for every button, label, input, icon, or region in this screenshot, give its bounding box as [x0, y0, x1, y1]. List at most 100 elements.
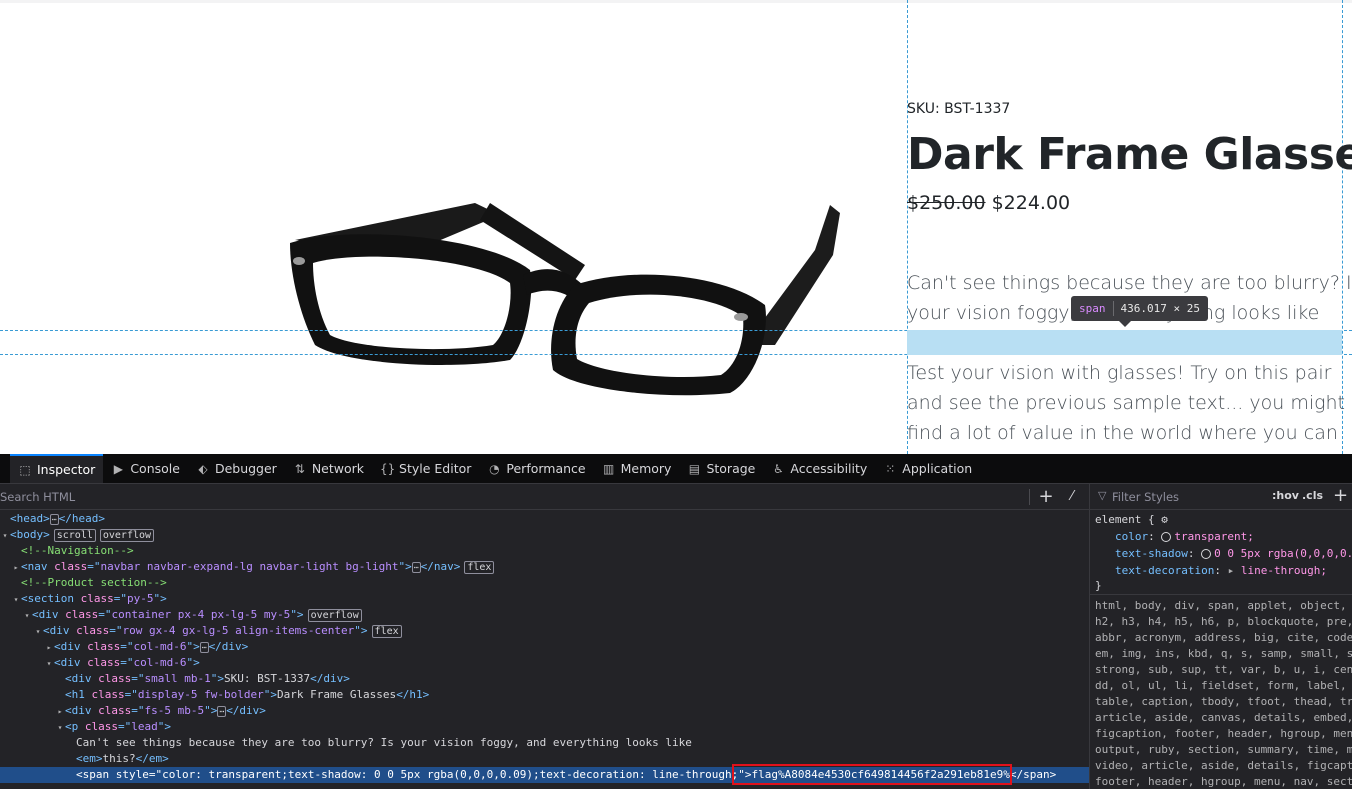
attr-name: class [87, 640, 121, 653]
markup-tag: =" [120, 640, 134, 653]
expand-toggle-icon[interactable]: ▾ [22, 608, 32, 624]
new-price: $224.00 [991, 192, 1071, 214]
markup-node[interactable]: <!--Product section--> [0, 575, 1089, 591]
node-badge[interactable]: scroll [53, 529, 96, 542]
hov-button[interactable]: :hov [1272, 489, 1299, 502]
add-rule-icon[interactable]: + [1333, 485, 1348, 506]
collapsed-node-dots[interactable]: ⋯ [49, 513, 59, 525]
expand-toggle-icon[interactable]: ▾ [11, 592, 21, 608]
attr-name: class [98, 672, 132, 685]
node-badge[interactable]: flex [371, 625, 402, 638]
css-declaration[interactable]: color: transparent; [1115, 529, 1254, 545]
tab-memory[interactable]: ▥ Memory [594, 454, 680, 483]
css-declaration[interactable]: text-shadow: 0 0 5px rgba(0,0,0,0.09); [1115, 546, 1352, 562]
tab-label: Performance [506, 461, 586, 476]
old-price: $250.00 [907, 192, 986, 214]
console-icon: ▶ [113, 461, 123, 476]
markup-tag: <nav [21, 560, 55, 573]
expand-toggle-icon[interactable]: ▾ [0, 528, 10, 544]
expand-arrow-icon[interactable]: ▸ [1228, 564, 1241, 577]
expand-toggle-icon[interactable]: ▾ [44, 656, 54, 672]
markup-tag: =" [120, 656, 134, 669]
eyedropper-icon[interactable]: ⁄ [1063, 487, 1081, 507]
tab-style-editor[interactable]: {} Style Editor [372, 454, 479, 483]
markup-tag: <body> [10, 528, 50, 541]
attr-value: display-5 fw-bolder [137, 688, 264, 701]
markup-node[interactable]: ▾ <div class="col-md-6"> [0, 655, 1089, 671]
expand-toggle-icon[interactable]: ▾ [55, 720, 65, 736]
markup-node[interactable]: <!--Navigation--> [0, 543, 1089, 559]
expand-toggle-icon[interactable]: ▸ [11, 560, 21, 576]
css-property-value[interactable]: 0 0 5px rgba(0,0,0,0.09); [1214, 547, 1352, 560]
network-icon: ⇅ [294, 461, 305, 476]
tooltip-tag: span [1079, 302, 1106, 315]
tab-inspector[interactable]: ⬚ Inspector [10, 454, 104, 483]
expand-toggle-icon[interactable]: ▸ [44, 640, 54, 656]
markup-node[interactable]: Can't see things because they are too bl… [0, 735, 1089, 751]
filter-styles-input[interactable] [1112, 488, 1262, 506]
color-swatch-icon[interactable] [1161, 532, 1172, 542]
tab-application[interactable]: ⁙ Application [875, 454, 980, 483]
tab-network[interactable]: ⇅ Network [285, 454, 372, 483]
search-html-input[interactable] [0, 488, 1025, 506]
rules-toolbar: ▽ :hov .cls + [1090, 484, 1352, 510]
attr-value: container px-4 px-lg-5 my-5 [111, 608, 291, 621]
markup-tag: =" [118, 720, 132, 733]
tab-storage[interactable]: ▤ Storage [679, 454, 763, 483]
markup-tag: =" [113, 592, 127, 605]
inherited-selector-line: strong, sub, sup, tt, var, b, u, i, cen [1095, 663, 1352, 676]
css-declaration[interactable]: text-decoration: ▸ line-through; [1115, 563, 1327, 579]
markup-node[interactable]: ▾ <body> scroll overflow [0, 527, 1089, 543]
tab-label: Accessibility [790, 461, 868, 476]
css-property-name[interactable]: text-shadow [1115, 547, 1188, 560]
css-property-name[interactable]: text-decoration [1115, 564, 1214, 577]
css-property-value[interactable]: transparent; [1174, 530, 1253, 543]
markup-tag: =" [148, 768, 163, 781]
markup-tag: </nav> [420, 560, 461, 573]
markup-tag: "> [210, 672, 224, 685]
css-property-value[interactable]: line-through; [1241, 564, 1327, 577]
text-node: this? [102, 752, 136, 765]
color-swatch-icon[interactable] [1201, 549, 1212, 559]
markup-node[interactable]: <h1 class="display-5 fw-bolder">Dark Fra… [0, 687, 1089, 703]
inherited-selector-line: figcaption, footer, header, hgroup, men [1095, 727, 1352, 740]
cls-button[interactable]: .cls [1302, 489, 1323, 502]
markup-tag: =" [131, 672, 145, 685]
markup-node[interactable]: ▾ <section class="py-5"> [0, 591, 1089, 607]
markup-node[interactable]: <div class="small mb-1">SKU: BST-1337</d… [0, 671, 1089, 687]
markup-tag: "> [204, 704, 218, 717]
memory-icon: ▥ [602, 461, 615, 476]
collapsed-node-dots[interactable]: ⋯ [217, 705, 227, 717]
inherited-selector-line: article, aside, canvas, details, embed, [1095, 711, 1352, 724]
attr-name: class [54, 560, 88, 573]
collapsed-node-dots[interactable]: ⋯ [411, 561, 421, 573]
add-node-icon[interactable]: + [1036, 486, 1056, 508]
node-badge[interactable]: overflow [307, 609, 362, 622]
markup-comment: <!--Navigation--> [21, 544, 134, 557]
gear-icon[interactable]: ⚙ [1161, 513, 1168, 526]
markup-tag: =" [109, 624, 123, 637]
css-property-name[interactable]: color [1115, 530, 1148, 543]
tab-debugger[interactable]: ⬖ Debugger [188, 454, 285, 483]
expand-toggle-icon[interactable]: ▾ [33, 624, 43, 640]
collapsed-node-dots[interactable]: ⋯ [199, 641, 209, 653]
markup-node[interactable]: ▸ <nav class="navbar navbar-expand-lg nav… [0, 559, 1089, 575]
markup-tag: <span [76, 768, 116, 781]
rule-selector: element { ⚙ [1095, 512, 1168, 528]
tab-performance[interactable]: ◔ Performance [479, 454, 593, 483]
markup-node[interactable]: ▸ <div class="fs-5 mb-5"> ⋯ </div> [0, 703, 1089, 719]
tooltip-divider [1112, 301, 1114, 316]
inherited-selector-line: table, caption, tbody, tfoot, thead, tr [1095, 695, 1352, 708]
markup-node[interactable]: ▾ <div class="container px-4 px-lg-5 my-5… [0, 607, 1089, 623]
tab-console[interactable]: ▶ Console [103, 454, 188, 483]
expand-toggle-icon[interactable]: ▸ [55, 704, 65, 720]
node-badge[interactable]: flex [464, 561, 495, 574]
node-badge[interactable]: overflow [99, 529, 155, 542]
markup-node[interactable]: ▾ <p class="lead"> [0, 719, 1089, 735]
markup-tree: <head> ⋯ </head> ▾ <body> scroll overflow <!--N… [0, 511, 1089, 789]
css-colon: : [1148, 530, 1162, 543]
markup-node[interactable]: ▸ <div class="col-md-6"> ⋯ </div> [0, 639, 1089, 655]
tab-accessibility[interactable]: ♿ Accessibility [763, 454, 875, 483]
markup-node[interactable]: ▾ <div class="row gx-4 gx-lg-5 align-item… [0, 623, 1089, 639]
markup-node[interactable]: <head> ⋯ </head> [0, 511, 1089, 527]
